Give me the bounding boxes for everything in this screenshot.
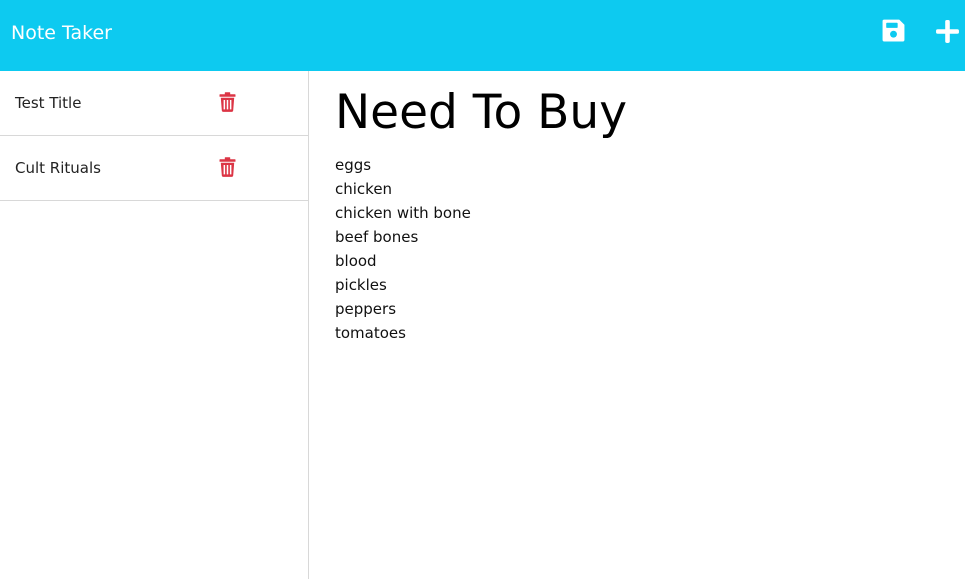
note-line: tomatoes	[335, 324, 406, 342]
note-line: chicken with bone	[335, 204, 471, 222]
note-list-item-title[interactable]: Cult Rituals	[15, 159, 101, 177]
plus-icon[interactable]	[935, 19, 960, 44]
note-line: chicken	[335, 180, 393, 198]
note-line: eggs	[335, 156, 372, 174]
note-title-input[interactable]: Need To Buy	[335, 86, 627, 140]
app-title: Note Taker	[11, 22, 112, 44]
plus-icon-glyph	[936, 20, 959, 43]
trash-icon-glyph	[219, 92, 236, 112]
note-line: blood	[335, 252, 377, 270]
trash-icon-glyph	[219, 157, 236, 177]
note-line: pickles	[335, 276, 387, 294]
note-list-item[interactable]: Cult Rituals	[0, 136, 308, 201]
save-icon[interactable]	[881, 18, 906, 43]
top-navbar: Note Taker	[0, 0, 965, 71]
note-editor: Need To Buy eggs chicken chicken with bo…	[309, 71, 965, 579]
note-line: beef bones	[335, 228, 419, 246]
note-line: peppers	[335, 300, 397, 318]
note-list-item-title[interactable]: Test Title	[15, 94, 81, 112]
note-text-area[interactable]: eggs chicken chicken with bone beef bone…	[335, 153, 471, 345]
trash-icon[interactable]	[219, 157, 236, 177]
notes-sidebar: Test Title Cult Rituals	[0, 71, 309, 579]
note-list-item[interactable]: Test Title	[0, 71, 308, 136]
trash-icon[interactable]	[219, 92, 236, 112]
save-icon-glyph	[882, 19, 905, 42]
